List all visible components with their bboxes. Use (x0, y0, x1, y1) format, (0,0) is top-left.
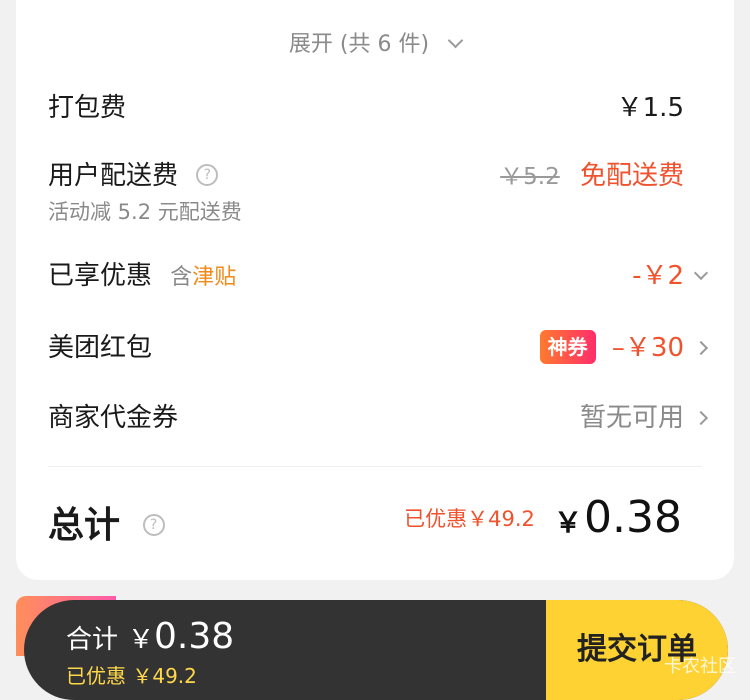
total-amount: ￥0.38 (554, 492, 682, 543)
chevron-right-icon (693, 410, 709, 426)
total-saved: 已优惠￥49.2 (404, 506, 535, 531)
total-value-wrap: 已优惠￥49.2 ￥0.38 (404, 492, 682, 543)
voucher-value: 暂无可用 (579, 403, 684, 433)
discount-label-wrap: 已享优惠 含津贴 (48, 256, 236, 298)
bar-saved: 已优惠 ￥49.2 (66, 664, 197, 688)
packing-fee-label: 打包费 (48, 93, 127, 123)
help-icon[interactable]: ? (142, 514, 165, 536)
voucher-row[interactable]: 商家代金券 暂无可用 (48, 398, 709, 438)
delivery-fee-note: 活动减 5.2 元配送费 (48, 200, 242, 224)
red-packet-value-wrap: 神券 –￥30 (539, 328, 684, 368)
discount-row[interactable]: 已享优惠 含津贴 -￥2 (48, 256, 709, 298)
chevron-right-icon (693, 340, 709, 356)
bar-total-label: 合计 (66, 625, 119, 655)
order-summary-card: 展开 (共 6 件) 打包费 ￥1.5 用户配送费 ? ￥5.2 免配送费 活动… (16, 0, 734, 580)
delivery-fee-label: 用户配送费 (48, 161, 179, 191)
divider (48, 466, 702, 467)
bar-currency: ￥ (128, 625, 155, 655)
discount-tag: 津贴 (192, 265, 237, 290)
chevron-down-icon (447, 32, 464, 49)
red-packet-label: 美团红包 (48, 333, 153, 363)
red-packet-row[interactable]: 美团红包 神券 –￥30 (48, 328, 709, 368)
bar-amount: 0.38 (154, 616, 235, 657)
total-label-wrap: 总计 ? (48, 496, 165, 548)
checkout-bar: 合计 ￥0.38 已优惠 ￥49.2 提交订单 (24, 600, 728, 700)
discount-value-wrap: -￥2 (632, 256, 684, 296)
discount-label: 已享优惠 (48, 261, 153, 291)
delivery-fee-value: 免配送费 (579, 161, 684, 191)
packing-fee-value: ￥1.5 (616, 93, 684, 123)
discount-prefix: 含 (170, 265, 193, 290)
red-packet-value: –￥30 (611, 333, 684, 363)
packing-fee-row: 打包费 ￥1.5 (48, 88, 702, 128)
voucher-label: 商家代金券 (48, 403, 179, 433)
discount-value: -￥2 (632, 261, 684, 291)
total-label: 总计 (48, 505, 121, 546)
delivery-fee-original: ￥5.2 (500, 164, 560, 190)
help-icon[interactable]: ? (196, 163, 219, 186)
watermark: 卡农社区 (664, 656, 736, 677)
submit-order-button[interactable]: 提交订单 (546, 600, 728, 700)
expand-items-toggle[interactable]: 展开 (共 6 件) (16, 26, 734, 58)
chevron-down-icon (693, 265, 709, 281)
discount-tag-wrap: 含津贴 (170, 265, 236, 290)
delivery-fee-row: 用户配送费 ? ￥5.2 免配送费 (48, 156, 702, 196)
delivery-fee-value-wrap: ￥5.2 免配送费 (500, 156, 684, 196)
delivery-fee-label-wrap: 用户配送费 ? (48, 156, 219, 196)
coupon-badge: 神券 (539, 329, 596, 364)
total-amount-value: 0.38 (584, 492, 682, 543)
total-currency: ￥ (554, 506, 583, 539)
bar-total: 合计 ￥0.38 (66, 616, 234, 657)
expand-label: 展开 (共 6 件) (288, 32, 430, 57)
